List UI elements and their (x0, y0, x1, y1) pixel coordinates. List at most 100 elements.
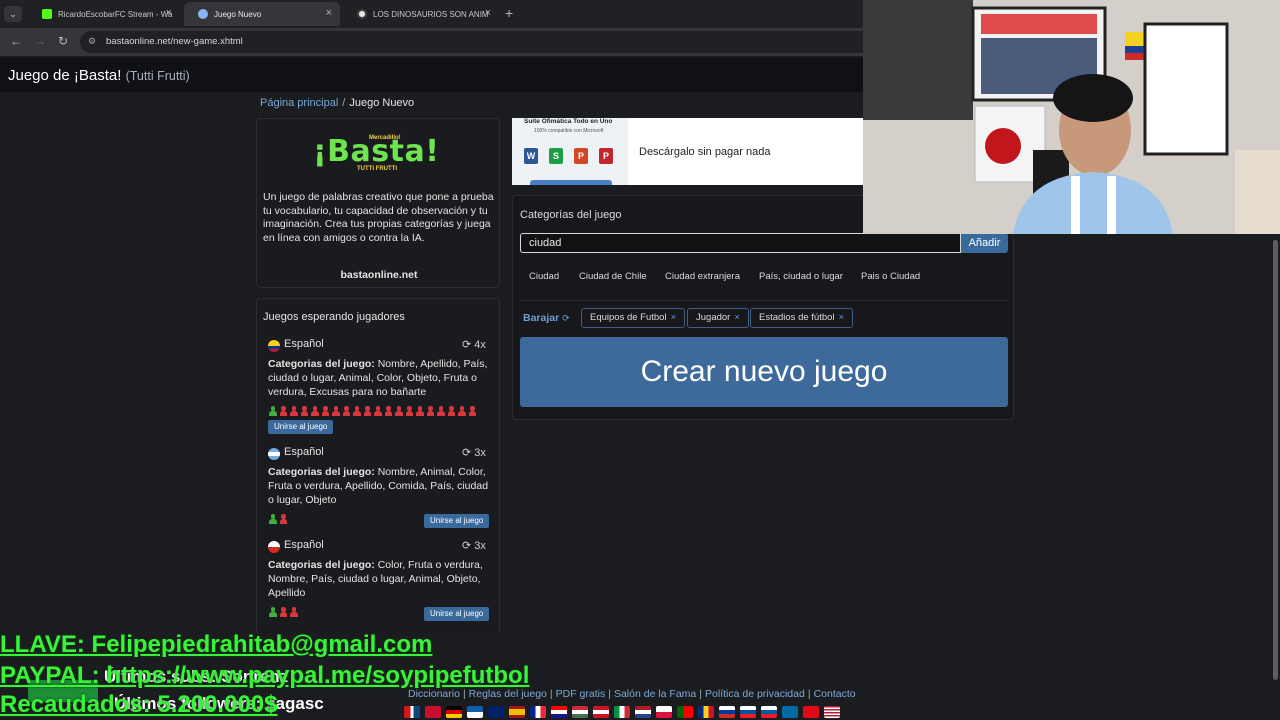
player-icon (468, 406, 478, 416)
slovakia-flag-icon[interactable] (740, 706, 756, 718)
player-icon (457, 406, 467, 416)
player-icon-self (268, 514, 278, 524)
reload-icon[interactable]: ↻ (58, 34, 68, 48)
player-icon (279, 514, 289, 524)
pdf-icon: P (599, 148, 613, 164)
footer-separator: | (699, 688, 703, 700)
forward-icon[interactable]: → (34, 34, 46, 48)
player-icon (289, 607, 299, 617)
czech-flag-icon[interactable] (404, 706, 420, 718)
suggestion-pais-o-ciudad[interactable]: Pais o Ciudad (861, 271, 920, 282)
player-icon (415, 406, 425, 416)
word-icon: W (524, 148, 538, 164)
kick-icon (42, 9, 52, 19)
breadcrumb-separator: / (342, 97, 346, 109)
category-input[interactable] (520, 233, 961, 253)
breadcrumb-current: Juego Nuevo (349, 97, 415, 109)
presentation-icon: P (574, 148, 588, 164)
slovenia-flag-icon[interactable] (761, 706, 777, 718)
usa-flag-icon[interactable] (824, 706, 840, 718)
suggestion-ciudad[interactable]: Ciudad (529, 271, 559, 282)
footer-link-pdf[interactable]: PDF gratis (556, 688, 606, 700)
advertisement-banner[interactable]: Suite Ofimática Todo en Uno 100% compati… (512, 118, 864, 185)
poland-flag-icon[interactable] (656, 706, 672, 718)
indonesia-flag-icon[interactable] (593, 706, 609, 718)
player-icon-self (268, 406, 278, 416)
ad-button (530, 180, 612, 185)
tab-juego-nuevo[interactable]: Juego Nuevo × (184, 2, 340, 26)
sweden-flag-icon[interactable] (782, 706, 798, 718)
footer-separator: | (807, 688, 811, 700)
player-icon (300, 406, 310, 416)
tab-ricardo-stream[interactable]: RicardoEscobarFC Stream - Wa × (28, 2, 180, 26)
about-site-name: bastaonline.net (340, 269, 418, 281)
globe-icon (357, 9, 367, 19)
waiting-game-3: Español ⟳ 3x Categorias del juego: Color… (268, 539, 490, 623)
suggestion-ciudad-de-chile[interactable]: Ciudad de Chile (579, 271, 647, 282)
tab-title: Juego Nuevo (214, 9, 262, 19)
footer-link-contacto[interactable]: Contacto (814, 688, 856, 700)
tab-dinosaurios[interactable]: LOS DINOSAURIOS SON ANIM × (343, 2, 499, 26)
join-game-button[interactable]: Unirse al juego (424, 514, 490, 528)
add-category-button[interactable]: Añadir (961, 233, 1008, 253)
germany-flag-icon[interactable] (446, 706, 462, 718)
tab-search-button[interactable]: ⌄ (4, 6, 22, 22)
sheets-icon: S (549, 148, 563, 164)
create-new-game-button[interactable]: Crear nuevo juego (520, 337, 1008, 407)
breadcrumb-home-link[interactable]: Página principal (260, 97, 338, 109)
france-flag-icon[interactable] (530, 706, 546, 718)
suggestion-ciudad-extranjera[interactable]: Ciudad extranjera (665, 271, 740, 282)
turkey-flag-icon[interactable] (803, 706, 819, 718)
netherlands-flag-icon[interactable] (635, 706, 651, 718)
hungary-flag-icon[interactable] (572, 706, 588, 718)
rounds-value: 4x (474, 339, 486, 351)
basta-logo: ¡Basta! (313, 134, 440, 169)
player-icon (405, 406, 415, 416)
argentina-flag-icon (268, 448, 280, 460)
ad-image: Suite Ofimática Todo en Uno 100% compati… (512, 118, 628, 185)
spain-flag-icon[interactable] (509, 706, 525, 718)
waiting-game-2: Español ⟳ 3x Categorias del juego: Nombr… (268, 446, 490, 530)
remove-icon[interactable]: × (839, 312, 845, 323)
shuffle-button[interactable]: Barajar ⟳ (523, 312, 570, 324)
footer-link-privacidad[interactable]: Política de privacidad (705, 688, 805, 700)
join-game-button[interactable]: Unirse al juego (268, 420, 334, 434)
player-icon (352, 406, 362, 416)
categories-label: Categorias del juego: (268, 358, 375, 370)
close-icon[interactable]: × (166, 7, 172, 19)
chip-label: Jugador (696, 312, 731, 323)
site-brand[interactable]: Juego de ¡Basta! (Tutti Frutti) (8, 67, 190, 84)
remove-icon[interactable]: × (671, 312, 677, 323)
chip-label: Estadios de fútbol (759, 312, 835, 323)
footer-link-salon[interactable]: Salón de la Fama (614, 688, 696, 700)
back-icon[interactable]: ← (10, 34, 22, 48)
remove-icon[interactable]: × (734, 312, 740, 323)
greece-flag-icon[interactable] (467, 706, 483, 718)
game-language: Español (284, 446, 324, 458)
player-icon (279, 607, 289, 617)
scrollbar-thumb[interactable] (1273, 240, 1278, 680)
url-bar[interactable]: ⚙ bastaonline.net/new-game.xhtml (80, 31, 880, 53)
portugal-flag-icon[interactable] (677, 706, 693, 718)
new-tab-button[interactable]: + (505, 5, 513, 21)
denmark-flag-icon[interactable] (425, 706, 441, 718)
croatia-flag-icon[interactable] (551, 706, 567, 718)
italy-flag-icon[interactable] (614, 706, 630, 718)
game-categories: Categorias del juego: Nombre, Animal, Co… (268, 465, 490, 507)
site-info-icon[interactable]: ⚙ (88, 36, 96, 47)
player-icon (384, 406, 394, 416)
players-row (268, 607, 299, 617)
suggestion-pais-ciudad-o-lugar[interactable]: País, ciudad o lugar (759, 271, 843, 282)
ad-title: Suite Ofimática Todo en Uno (524, 118, 613, 125)
overlay-email: LLAVE: Felipepiedrahitab@gmail.com (0, 631, 433, 658)
about-card: Mercadillo! ¡Basta! TUTTI FRUTTI Un jueg… (256, 118, 500, 288)
overlay-raised: Recaudados: 5.200.000$ (0, 691, 278, 718)
join-game-button[interactable]: Unirse al juego (424, 607, 490, 621)
uk-flag-icon[interactable] (488, 706, 504, 718)
romania-flag-icon[interactable] (698, 706, 714, 718)
close-icon[interactable]: × (326, 7, 332, 19)
russia-flag-icon[interactable] (719, 706, 735, 718)
brand-title: Juego de ¡Basta! (8, 67, 122, 84)
close-icon[interactable]: × (485, 7, 491, 19)
url-text[interactable]: bastaonline.net/new-game.xhtml (106, 36, 243, 47)
